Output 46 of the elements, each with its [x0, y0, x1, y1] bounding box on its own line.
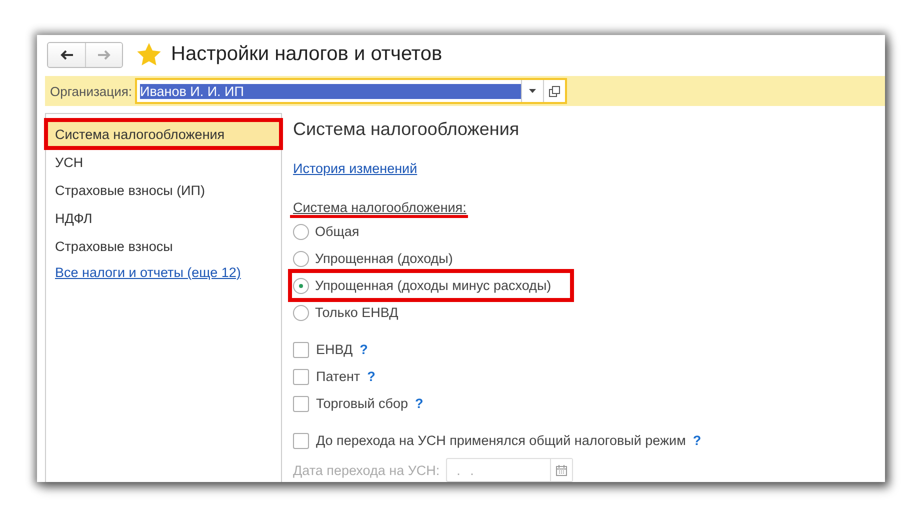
help-link[interactable]: ? [367, 369, 376, 384]
checkbox[interactable] [293, 432, 309, 448]
checkbox-label: До перехода на УСН применялся общий налоговый режим [316, 433, 686, 448]
radio-label: Упрощенная (доходы) [315, 251, 453, 266]
radio-button[interactable] [293, 304, 309, 320]
sidebar-item[interactable]: НДФЛ [46, 204, 281, 232]
organization-value: Иванов И. И. ИП [140, 84, 522, 99]
radio-option[interactable]: Упрощенная (доходы) [291, 245, 473, 272]
radio-button[interactable] [293, 224, 309, 240]
back-button[interactable] [48, 42, 85, 67]
radio-button[interactable] [293, 278, 309, 294]
checkbox[interactable] [293, 368, 309, 384]
radio-label: Общая [315, 224, 360, 239]
open-icon [549, 86, 560, 97]
forward-arrow-icon [97, 50, 111, 60]
radio-label: Упрощенная (доходы минус расходы) [315, 278, 552, 293]
organization-field[interactable]: Иванов И. И. ИП [135, 78, 568, 104]
help-link[interactable]: ? [360, 342, 368, 357]
all-taxes-link[interactable]: Все налоги и отчеты (еще 12) [55, 265, 281, 280]
sidebar-item[interactable]: УСН [46, 148, 281, 176]
checkbox-label: Патент [316, 369, 360, 384]
star-icon[interactable] [137, 43, 161, 66]
group-label: Система налогообложения: [290, 200, 468, 218]
radio-button[interactable] [293, 250, 309, 266]
organization-label: Организация: [50, 84, 132, 99]
calendar-icon [556, 464, 567, 476]
checkbox-label: ЕНВД [316, 342, 353, 357]
help-link[interactable]: ? [415, 396, 424, 411]
radio-option[interactable]: Общая [291, 218, 380, 245]
caret-icon [529, 89, 536, 94]
checkbox[interactable] [293, 396, 309, 412]
checkbox[interactable] [293, 342, 309, 358]
history-link[interactable]: История изменений [293, 161, 418, 176]
radio-label: Только ЕНВД [315, 305, 398, 320]
window-title: Настройки налогов и отчетов [171, 43, 442, 66]
calendar-button[interactable] [550, 459, 572, 481]
date-label: Дата перехода на УСН: [293, 462, 440, 478]
checkbox-label: Торговый сбор [316, 396, 408, 411]
sidebar-item[interactable]: Страховые взносы (ИП) [46, 176, 281, 204]
back-arrow-icon [60, 50, 74, 60]
help-link[interactable]: ? [692, 433, 702, 448]
sidebar-item[interactable]: Система налогообложения [46, 120, 281, 148]
sidebar-item[interactable]: Страховые взносы [46, 232, 281, 260]
radio-option[interactable]: Только ЕНВД [291, 299, 418, 326]
radio-option[interactable]: Упрощенная (доходы минус расходы) [291, 272, 572, 299]
section-heading: Система налогообложения [293, 119, 520, 140]
